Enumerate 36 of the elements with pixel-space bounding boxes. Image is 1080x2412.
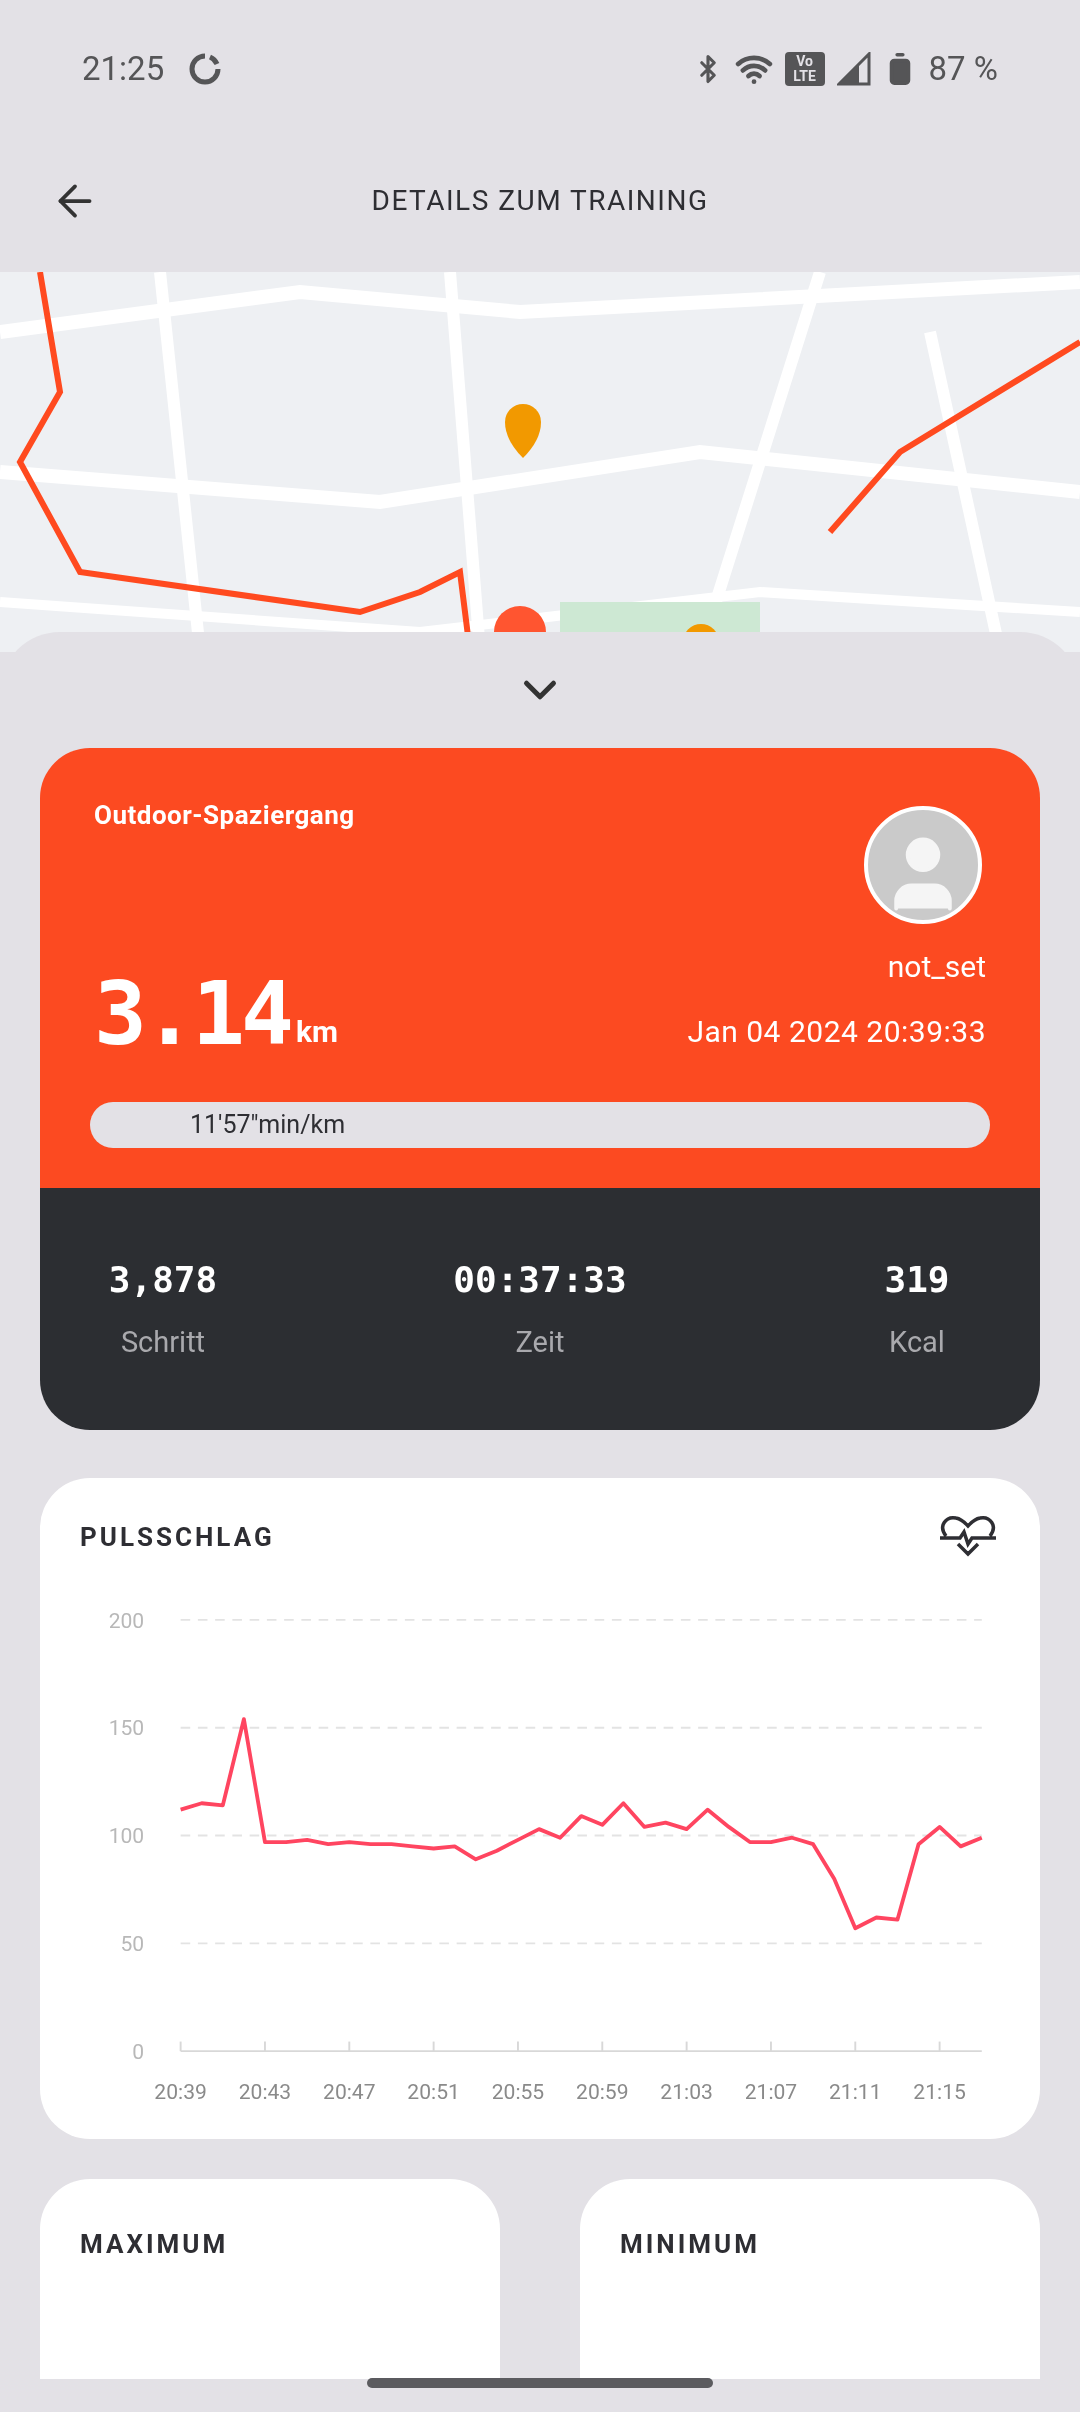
y-axis-label: 50 bbox=[120, 1931, 145, 1956]
stat-label: Schritt bbox=[120, 1324, 206, 1362]
pace-value: 11'57"min/km bbox=[190, 1109, 346, 1142]
y-axis-label: 150 bbox=[108, 1715, 145, 1741]
workout-datetime: Jan 04 2024 20:39:33 bbox=[687, 1013, 986, 1051]
signal-icon bbox=[836, 52, 871, 86]
x-axis-label: 21:11 bbox=[829, 2079, 882, 2105]
stat-value: 3,878 bbox=[108, 1258, 218, 1303]
stat-value: 00:37:33 bbox=[453, 1258, 627, 1303]
x-axis-label: 21:15 bbox=[913, 2079, 966, 2105]
y-axis-label: 100 bbox=[108, 1823, 145, 1849]
stat-value: 319 bbox=[884, 1258, 950, 1303]
activity-type: Outdoor-Spaziergang bbox=[94, 799, 355, 832]
y-axis-label: 200 bbox=[108, 1607, 145, 1633]
distance-value: 3.14 bbox=[94, 974, 290, 1054]
user-name: not_set bbox=[887, 948, 986, 986]
x-axis-label: 21:07 bbox=[744, 2079, 798, 2105]
x-axis-label: 21:03 bbox=[660, 2079, 713, 2105]
card-title: MAXIMUM bbox=[80, 2228, 229, 2259]
battery-level: 87 % bbox=[928, 48, 998, 91]
x-axis-label: 20:51 bbox=[407, 2079, 460, 2105]
card-title: PULSSCHLAG bbox=[80, 1520, 275, 1554]
x-axis-label: 20:43 bbox=[238, 2079, 292, 2105]
stat-label: Kcal bbox=[889, 1324, 945, 1362]
x-axis-label: 20:47 bbox=[323, 2079, 376, 2105]
stat-label: Zeit bbox=[515, 1324, 565, 1362]
volte-badge: Vo LTE bbox=[784, 52, 825, 86]
x-axis-label: 20:55 bbox=[491, 2079, 545, 2105]
distance-unit: km bbox=[295, 1013, 338, 1051]
card-title: MINIMUM bbox=[620, 2228, 760, 2259]
x-axis-label: 20:39 bbox=[154, 2079, 207, 2105]
status-time: 21:25 bbox=[82, 48, 165, 91]
y-axis-label: 0 bbox=[132, 2038, 145, 2064]
sync-icon bbox=[188, 52, 223, 86]
page-title: DETAILS ZUM TRAINING bbox=[371, 183, 709, 219]
x-axis-label: 20:59 bbox=[576, 2079, 629, 2105]
